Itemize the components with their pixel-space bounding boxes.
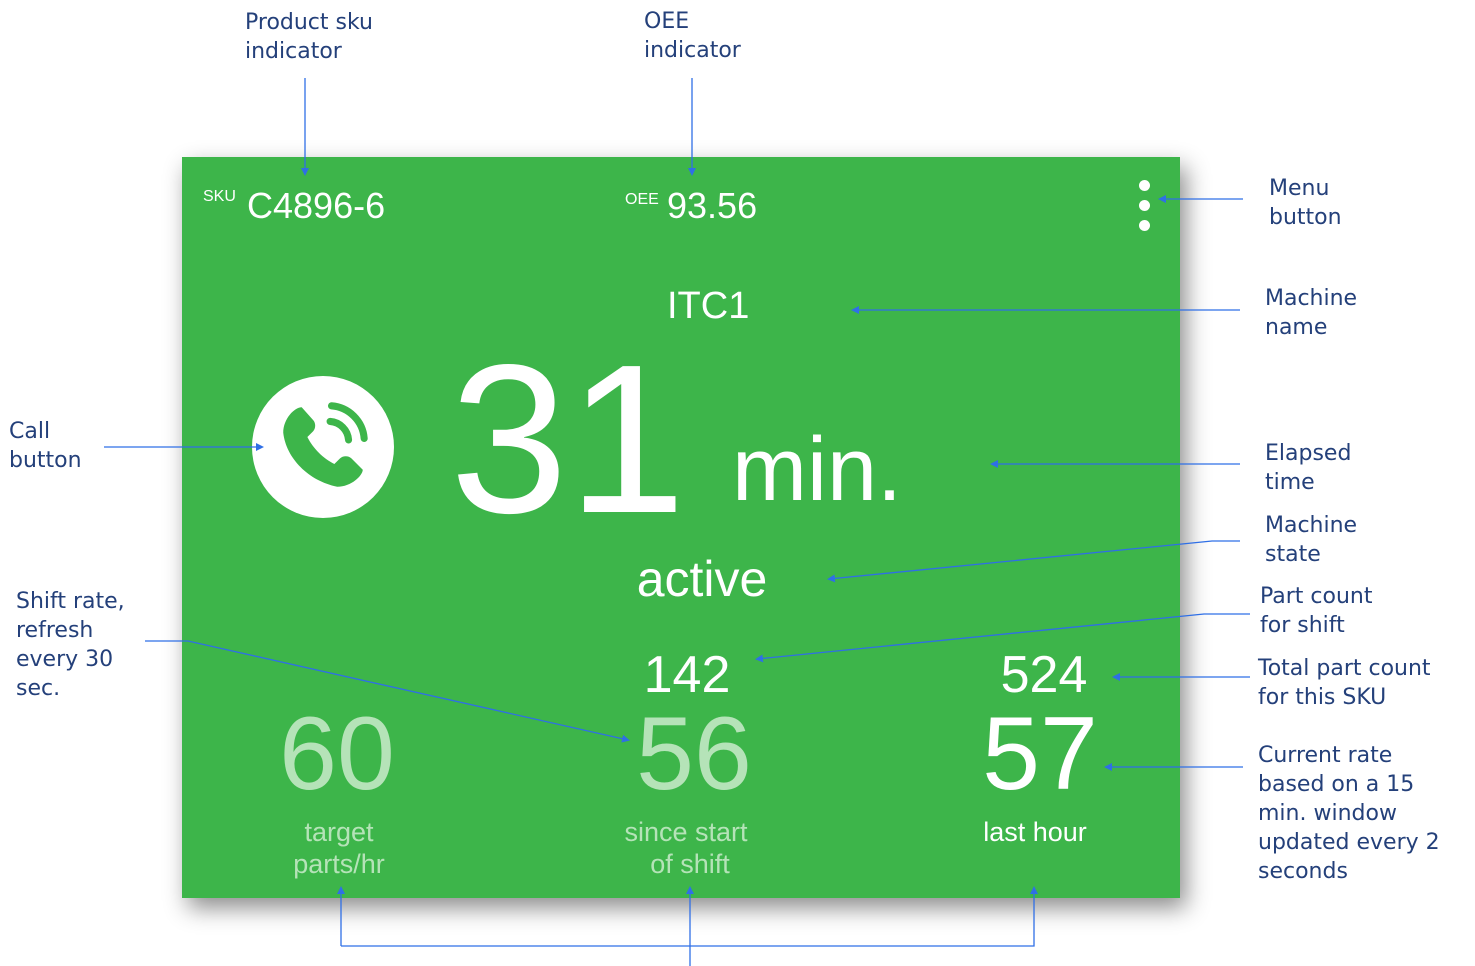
annotation-oee: OEE indicator <box>644 9 741 63</box>
sku-label: SKU <box>203 188 236 205</box>
oee-value: 93.56 <box>667 185 758 226</box>
call-button[interactable] <box>252 376 394 518</box>
annotation-machine-state: Machine state <box>1265 513 1358 567</box>
annotation-total-part-count: Total part count for this SKU <box>1258 656 1431 710</box>
sku-value: C4896-6 <box>247 185 386 226</box>
annotation-machine-name: Machine name <box>1265 286 1358 340</box>
menu-dot-icon <box>1139 220 1150 231</box>
annotation-part-count-shift: Part count for shift <box>1260 584 1373 638</box>
menu-button[interactable] <box>1139 180 1150 231</box>
machine-status-panel: SKU C4896-6 OEE 93.56 ITC1 31 min. activ… <box>182 157 1180 898</box>
annotation-current-rate: Current rate based on a 15 min. window u… <box>1258 743 1440 884</box>
target-rate-label-line2: parts/hr <box>293 849 385 879</box>
menu-dot-icon <box>1139 200 1150 211</box>
oee-label: OEE <box>625 191 659 208</box>
annotation-call-button: Call button <box>9 419 82 473</box>
annotation-menu-button: Menu button <box>1269 176 1342 230</box>
target-rate-value: 60 <box>279 696 395 812</box>
shift-rate-value: 56 <box>636 696 752 812</box>
elapsed-time-value: 31 <box>450 320 686 557</box>
annotation-elapsed-time: Elapsed time <box>1265 441 1352 495</box>
shift-rate-label-line2: of shift <box>650 849 730 879</box>
annotation-shift-rate: Shift rate, refresh every 30 sec. <box>16 589 125 701</box>
menu-dot-icon <box>1139 180 1150 191</box>
shift-rate-label-line1: since start <box>624 817 748 847</box>
phone-call-icon <box>283 402 368 487</box>
current-rate-value: 57 <box>982 696 1098 812</box>
annotation-product-sku: Product sku indicator <box>245 10 373 64</box>
machine-state: active <box>636 551 768 607</box>
elapsed-time-unit: min. <box>732 420 903 520</box>
current-rate-label: last hour <box>983 817 1087 847</box>
target-rate-label-line1: target <box>304 817 374 847</box>
